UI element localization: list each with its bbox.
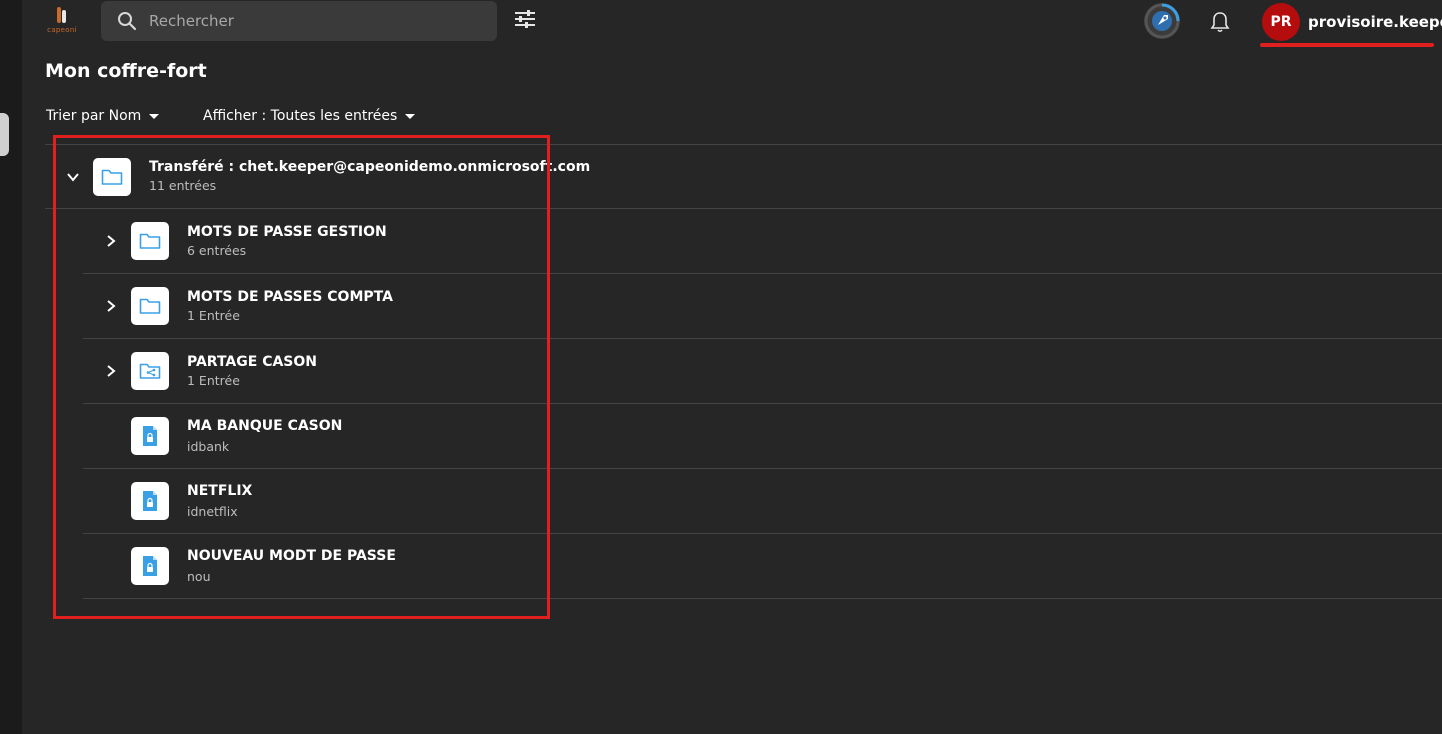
shared-folder-icon (131, 352, 169, 390)
notifications-button[interactable] (1209, 10, 1231, 34)
record-row[interactable]: NETFLIX idnetflix (83, 469, 1442, 533)
folder-entry-count: 1 Entrée (187, 308, 240, 323)
folder-entry-count: 1 Entrée (187, 373, 240, 388)
annotation-underline (1260, 43, 1434, 47)
folder-row[interactable]: MOTS DE PASSE GESTION 6 entrées (83, 209, 1442, 273)
view-filter-dropdown[interactable]: Afficher : Toutes les entrées (203, 108, 416, 124)
user-menu[interactable]: PR provisoire.keeper@ (1262, 2, 1442, 42)
chevron-right-icon[interactable] (101, 361, 121, 381)
folder-title: MOTS DE PASSE GESTION (187, 224, 387, 240)
folder-title: Transféré : chet.keeper@capeonidemo.onmi… (149, 159, 591, 175)
record-login: idnetflix (187, 504, 238, 519)
folder-row[interactable]: MOTS DE PASSES COMPTA 1 Entrée (83, 274, 1442, 338)
filter-settings-button[interactable] (512, 8, 538, 34)
divider (83, 598, 1442, 599)
logo-text: capeoni (47, 26, 77, 34)
folder-icon (131, 222, 169, 260)
password-record-icon (131, 417, 169, 455)
sort-dropdown[interactable]: Trier par Nom (46, 108, 160, 124)
folder-title: PARTAGE CASON (187, 354, 317, 370)
search-input[interactable] (147, 11, 471, 31)
password-record-icon (131, 547, 169, 585)
search-bar[interactable] (101, 1, 497, 41)
avatar: PR (1262, 3, 1300, 41)
onboarding-progress-button[interactable] (1142, 1, 1182, 41)
chevron-right-icon[interactable] (101, 296, 121, 316)
record-row[interactable]: NOUVEAU MODT DE PASSE nou (83, 534, 1442, 598)
record-login: nou (187, 569, 211, 584)
folder-entry-count: 6 entrées (187, 243, 247, 258)
sliders-icon (514, 9, 536, 33)
shared-folder-row[interactable]: PARTAGE CASON 1 Entrée (83, 339, 1442, 403)
logo-mark-icon (55, 6, 69, 24)
record-title: NETFLIX (187, 483, 253, 499)
username: provisoire.keeper@ (1308, 13, 1442, 31)
left-rail (0, 0, 22, 734)
password-record-icon (131, 482, 169, 520)
folder-row-root[interactable]: Transféré : chet.keeper@capeonidemo.onmi… (45, 145, 1442, 209)
folder-icon (93, 158, 131, 196)
folder-entry-count: 11 entrées (149, 178, 217, 193)
caret-down-icon (405, 113, 416, 119)
bell-icon (1209, 12, 1231, 38)
caret-down-icon (149, 113, 160, 119)
sidebar-toggle-handle[interactable] (0, 113, 9, 156)
search-icon (116, 10, 138, 32)
folder-icon (131, 287, 169, 325)
record-login: idbank (187, 439, 230, 454)
record-row[interactable]: MA BANQUE CASON idbank (83, 404, 1442, 468)
page-title: Mon coffre-fort (45, 60, 207, 82)
rocket-icon (1142, 3, 1182, 45)
app-logo[interactable]: capeoni (42, 6, 82, 36)
record-title: NOUVEAU MODT DE PASSE (187, 548, 396, 564)
chevron-down-icon[interactable] (63, 167, 83, 187)
record-title: MA BANQUE CASON (187, 418, 343, 434)
sort-label: Trier par Nom (46, 108, 142, 124)
folder-title: MOTS DE PASSES COMPTA (187, 289, 393, 305)
chevron-right-icon[interactable] (101, 231, 121, 251)
view-filter-label: Afficher : Toutes les entrées (203, 108, 398, 124)
